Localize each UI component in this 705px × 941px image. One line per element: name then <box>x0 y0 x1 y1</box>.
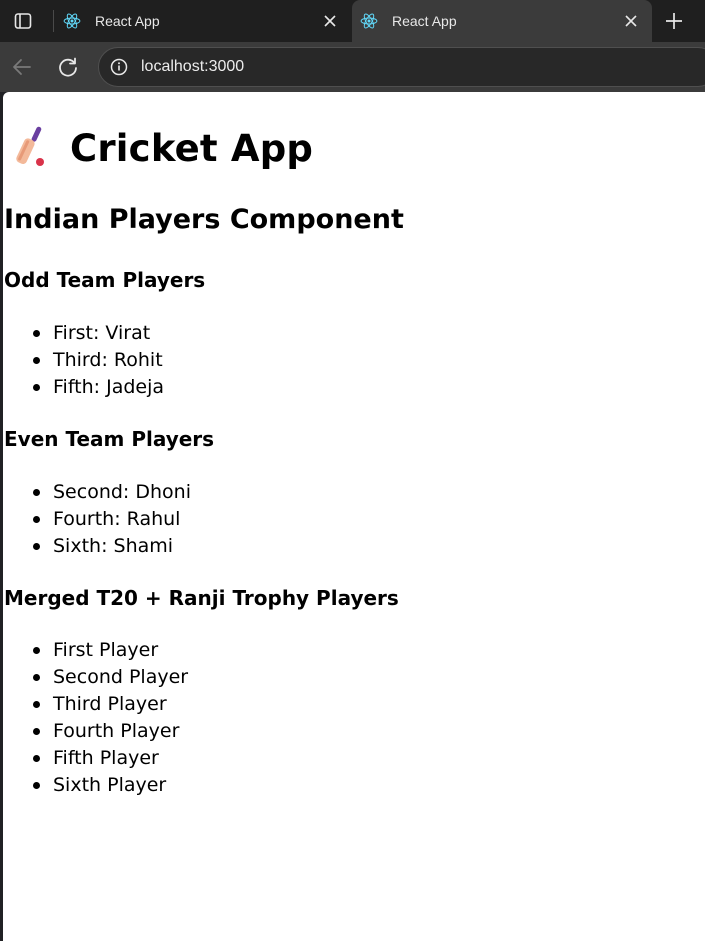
tab-divider <box>53 10 54 32</box>
back-button[interactable] <box>9 54 35 80</box>
page-title: Cricket App <box>70 126 314 170</box>
odd-team-heading: Odd Team Players <box>4 268 206 292</box>
list-item: Fourth: Rahul <box>33 506 191 533</box>
list-item: Fifth: Jadeja <box>32 374 164 401</box>
list-item: Sixth Player <box>32 772 188 799</box>
merged-players-heading: Merged T20 + Ranji Trophy Players <box>4 586 399 610</box>
list-item: Third: Rohit <box>32 347 164 374</box>
react-logo-icon <box>360 12 378 30</box>
merged-players-list: First Player Second Player Third Player … <box>32 637 188 799</box>
url-text[interactable]: localhost:3000 <box>141 58 244 76</box>
info-icon[interactable] <box>109 57 129 77</box>
plus-icon <box>666 13 682 29</box>
list-item: Fourth Player <box>32 718 188 745</box>
reload-button[interactable] <box>55 54 81 80</box>
even-team-heading: Even Team Players <box>4 427 215 451</box>
address-bar[interactable]: localhost:3000 <box>98 47 705 87</box>
tab-title: React App <box>392 13 457 29</box>
close-icon[interactable] <box>319 10 341 32</box>
even-team-list: Second: Dhoni Fourth: Rahul Sixth: Shami <box>33 479 191 560</box>
list-item: Second Player <box>32 664 188 691</box>
odd-team-list: First: Virat Third: Rohit Fifth: Jadeja <box>32 320 164 401</box>
list-item: Third Player <box>32 691 188 718</box>
app-header: Cricket App <box>13 126 313 170</box>
close-icon[interactable] <box>620 10 642 32</box>
list-item: First: Virat <box>32 320 164 347</box>
cricket-bat-icon <box>16 126 44 166</box>
browser-toolbar: localhost:3000 <box>0 42 705 92</box>
tab-react-app-2[interactable]: React App <box>352 0 652 42</box>
tab-title: React App <box>95 13 160 29</box>
new-tab-button[interactable] <box>660 7 688 35</box>
list-item: Fifth Player <box>32 745 188 772</box>
react-logo-icon <box>63 12 81 30</box>
list-item: Second: Dhoni <box>33 479 191 506</box>
page-viewport: Cricket App Indian Players Component Odd… <box>3 92 705 941</box>
component-heading: Indian Players Component <box>4 204 404 235</box>
list-item: Sixth: Shami <box>33 533 191 560</box>
sidebar-icon <box>14 13 32 29</box>
tab-actions-button[interactable] <box>8 8 38 34</box>
reload-icon <box>59 57 77 77</box>
tab-strip: React App React App <box>0 0 705 42</box>
list-item: First Player <box>32 637 188 664</box>
tab-react-app-1[interactable]: React App <box>55 0 351 42</box>
arrow-left-icon <box>13 59 31 75</box>
